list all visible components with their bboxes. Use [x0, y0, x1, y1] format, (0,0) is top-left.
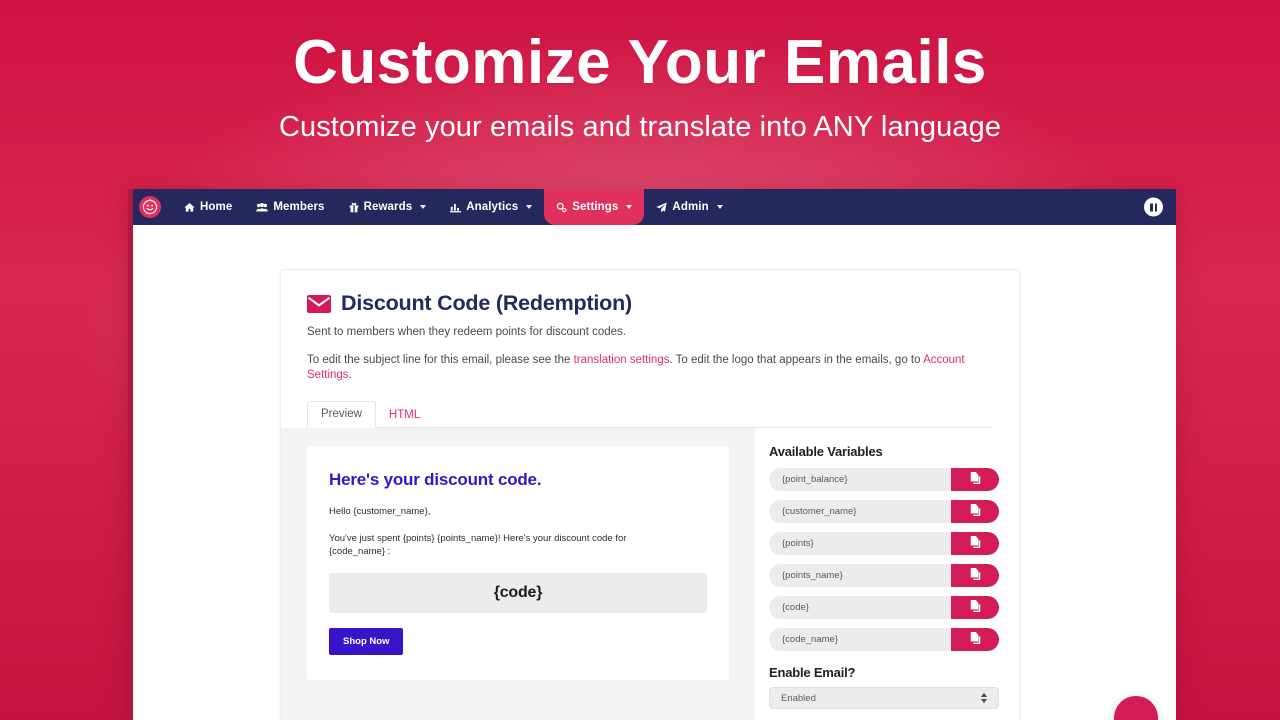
chevron-down-icon: [626, 205, 633, 209]
pause-button[interactable]: [1144, 197, 1163, 217]
banner-subtitle: Customize your emails and translate into…: [278, 111, 1002, 144]
brand-logo[interactable]: [128, 189, 172, 225]
chat-widget-button[interactable]: [1114, 696, 1158, 720]
pause-icon: [1150, 203, 1153, 211]
nav-item-members[interactable]: Members: [244, 189, 336, 225]
variable-row: [769, 628, 999, 652]
home-icon: [184, 202, 195, 213]
email-preview-pane: Here's your discount code. Hello {custom…: [281, 428, 755, 720]
paper-plane-icon: [656, 201, 668, 213]
bar-chart-icon: [450, 202, 462, 213]
users-icon: [256, 202, 269, 213]
email-preview-card: Here's your discount code. Hello {custom…: [307, 446, 729, 681]
nav-item-home[interactable]: Home: [172, 189, 244, 225]
variable-input-point-balance[interactable]: [769, 468, 951, 492]
copy-icon: [970, 568, 981, 583]
enable-email-select[interactable]: Enabled: [769, 687, 999, 710]
chevron-down-icon: [716, 205, 723, 209]
email-body: You've just spent {points} {points_name}…: [329, 532, 627, 557]
copy-button-points[interactable]: [951, 532, 999, 556]
tab-html[interactable]: HTML: [376, 403, 433, 429]
variables-pane: Available Variables {point_balance} {cus…: [755, 428, 1019, 720]
variable-row: [769, 532, 999, 556]
nav-item-settings[interactable]: Settings: [544, 189, 645, 225]
email-code-box: {code}: [329, 572, 707, 613]
nav-label: Analytics: [466, 201, 519, 213]
copy-button-code[interactable]: [951, 596, 999, 620]
settings-card: Discount Code (Redemption) Sent to membe…: [280, 269, 1020, 720]
chevron-down-icon: [420, 205, 427, 209]
page-title-text: Discount Code (Redemption): [341, 291, 633, 315]
nav-item-analytics[interactable]: Analytics: [438, 189, 544, 225]
enable-email-label: Enable Email?: [769, 665, 856, 681]
helper-part-2: . To edit the logo that appears in the e…: [669, 354, 924, 366]
nav-items: Home Members Rewards Analytics Settings …: [172, 189, 735, 225]
page-subtitle: Sent to members when they redeem points …: [307, 326, 626, 338]
variable-input-points[interactable]: [769, 532, 951, 556]
chevron-down-icon: [526, 205, 533, 209]
app-window: Home Members Rewards Analytics Settings …: [128, 189, 1176, 720]
nav-label: Rewards: [363, 201, 413, 213]
enable-email-value: Enabled: [781, 692, 816, 704]
gift-icon: [349, 202, 359, 213]
variable-input-code-name[interactable]: [769, 628, 951, 652]
page-body: Discount Code (Redemption) Sent to membe…: [128, 225, 1176, 720]
copy-button-points-name[interactable]: [951, 564, 999, 588]
page-title: Discount Code (Redemption): [307, 291, 993, 316]
email-greeting: Hello {customer_name},: [329, 506, 431, 518]
copy-icon: [970, 504, 981, 519]
copy-button-customer-name[interactable]: [951, 500, 999, 524]
variable-input-customer-name[interactable]: [769, 500, 951, 524]
window-left-accent-strip: [128, 189, 133, 720]
variable-row: [769, 564, 999, 588]
variable-row: [769, 500, 999, 524]
tab-panel: Here's your discount code. Hello {custom…: [281, 428, 1019, 720]
copy-icon: [970, 536, 981, 551]
available-variables-title: Available Variables: [769, 444, 883, 460]
helper-part-3: .: [348, 368, 352, 381]
select-arrows-icon: [981, 693, 987, 704]
banner-title: Customize Your Emails: [293, 28, 987, 97]
nav-label: Members: [273, 201, 325, 213]
helper-part-1: To edit the subject line for this email,…: [307, 354, 574, 366]
tab-bar: Preview HTML: [307, 400, 993, 429]
promo-banner: Customize Your Emails Customize your ema…: [0, 0, 1280, 190]
copy-button-code-name[interactable]: [951, 628, 999, 652]
nav-label: Admin: [672, 201, 709, 213]
gears-icon: [556, 202, 567, 213]
nav-label: Settings: [572, 201, 619, 213]
helper-text: To edit the subject line for this email,…: [307, 353, 979, 382]
tab-preview[interactable]: Preview: [307, 400, 376, 429]
top-navbar: Home Members Rewards Analytics Settings …: [128, 189, 1176, 225]
variable-input-points-name[interactable]: [769, 564, 951, 588]
variable-row: [769, 468, 999, 492]
copy-icon: [970, 472, 981, 487]
envelope-icon: [307, 294, 331, 313]
copy-button-point-balance[interactable]: [951, 468, 999, 492]
nav-item-rewards[interactable]: Rewards: [337, 189, 439, 225]
variable-row: [769, 596, 999, 620]
nav-item-admin[interactable]: Admin: [644, 189, 734, 225]
email-heading: Here's your discount code.: [329, 470, 542, 490]
shop-now-button[interactable]: Shop Now: [329, 627, 404, 655]
variable-input-code[interactable]: [769, 596, 951, 620]
translation-settings-link[interactable]: translation settings: [574, 354, 670, 366]
nav-label: Home: [200, 201, 233, 213]
copy-icon: [970, 632, 981, 647]
smiley-logo-icon: [139, 196, 161, 218]
copy-icon: [970, 600, 981, 615]
